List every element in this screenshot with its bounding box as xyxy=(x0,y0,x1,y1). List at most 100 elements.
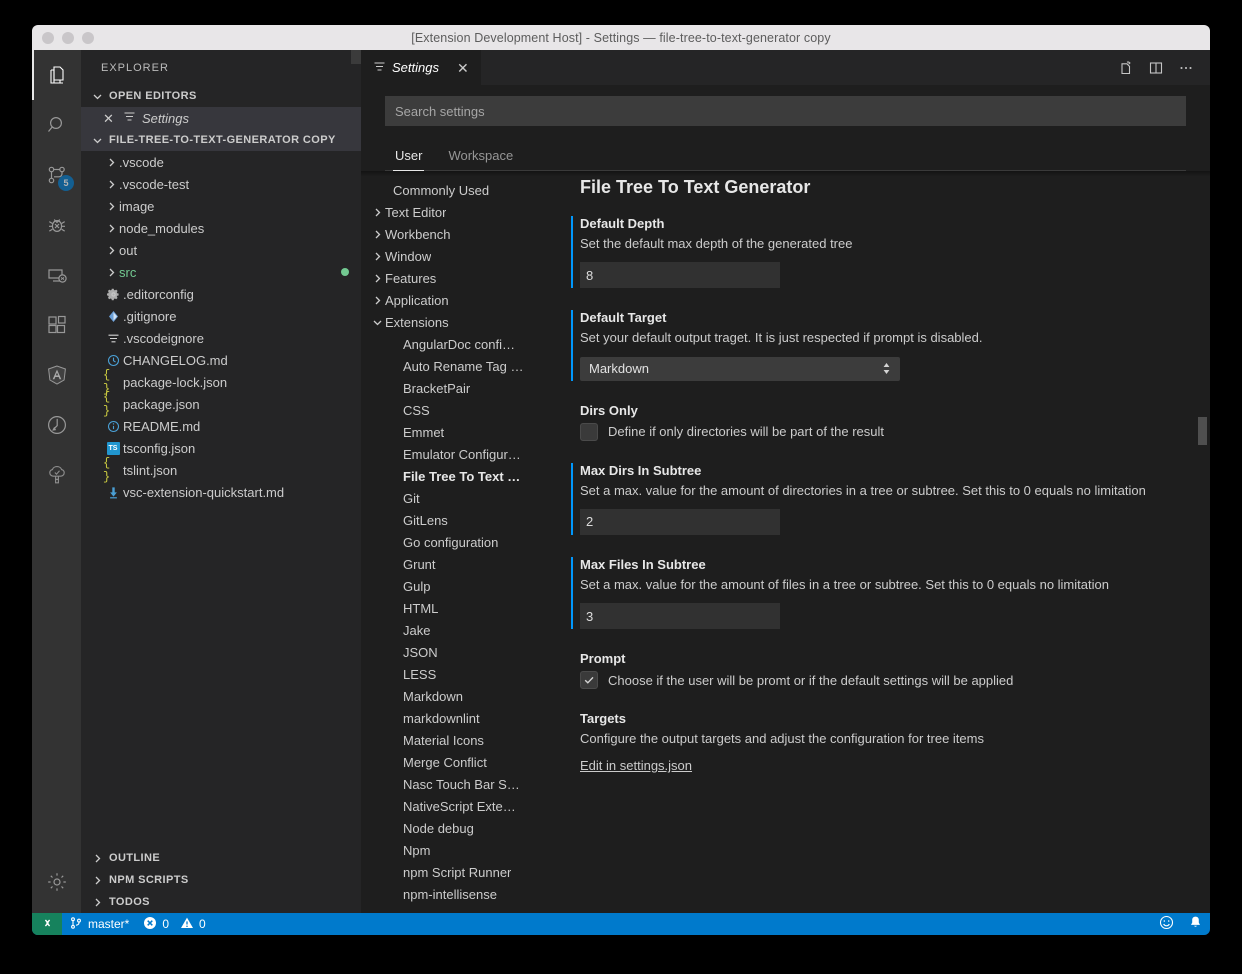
settings-toc-item[interactable]: Auto Rename Tag … xyxy=(361,355,557,377)
settings-toc-item[interactable]: NativeScript Exte… xyxy=(361,795,557,817)
tree-item[interactable]: vsc-extension-quickstart.md xyxy=(81,481,361,503)
settings-scrollbar[interactable] xyxy=(1198,417,1207,445)
tab-workspace[interactable]: Workspace xyxy=(438,144,523,170)
activity-item-source-control[interactable]: 5 xyxy=(32,150,81,200)
tree-item[interactable]: .gitignore xyxy=(81,305,361,327)
status-git-branch[interactable]: master* xyxy=(62,913,136,935)
sidebar-scrollbar[interactable] xyxy=(351,50,361,64)
tree-item[interactable]: src xyxy=(81,261,361,283)
settings-toc-item[interactable]: GitLens xyxy=(361,509,557,531)
settings-toc-item[interactable]: markdownlint xyxy=(361,707,557,729)
activity-item-file-tree-generator[interactable] xyxy=(32,450,81,500)
open-file-icon[interactable] xyxy=(1118,60,1134,76)
setting-text-input[interactable]: 2 xyxy=(580,508,780,535)
tree-item[interactable]: { } package-lock.json xyxy=(81,368,361,396)
settings-toc-item[interactable]: Window xyxy=(361,245,557,267)
tree-item-label: vsc-extension-quickstart.md xyxy=(123,484,285,500)
settings-toc-item[interactable]: Npm xyxy=(361,839,557,861)
tree-item[interactable]: .vscode xyxy=(81,151,361,173)
close-icon[interactable]: ✕ xyxy=(103,112,117,125)
settings-toc-item[interactable]: LESS xyxy=(361,663,557,685)
settings-toc-item[interactable]: Node debug xyxy=(361,817,557,839)
activity-item-explorer[interactable] xyxy=(32,50,81,100)
settings-toc-item[interactable]: JSON xyxy=(361,641,557,663)
sidebar-title: EXPLORER xyxy=(101,61,169,74)
tree-item[interactable]: .editorconfig xyxy=(81,283,361,305)
settings-toc-item[interactable]: Commonly Used xyxy=(361,179,557,201)
edit-in-settings-json-link[interactable]: Edit in settings.json xyxy=(580,758,692,773)
activity-item-manage[interactable] xyxy=(32,857,81,907)
settings-toc-label: Npm xyxy=(403,842,431,858)
tree-item[interactable]: CHANGELOG.md xyxy=(81,349,361,371)
status-feedback[interactable] xyxy=(1152,913,1181,935)
tree-item[interactable]: out xyxy=(81,239,361,261)
split-editor-icon[interactable] xyxy=(1148,60,1164,76)
settings-toc-item[interactable]: Application xyxy=(361,289,557,311)
settings-toc-item[interactable]: Emulator Configur… xyxy=(361,443,557,465)
settings-toc-item[interactable]: Workbench xyxy=(361,223,557,245)
settings-toc-label: HTML xyxy=(403,600,439,616)
section-npm-scripts[interactable]: NPM SCRIPTS xyxy=(81,869,361,891)
settings-toc-item[interactable]: CSS xyxy=(361,399,557,421)
search-settings-input[interactable]: Search settings xyxy=(385,96,1186,126)
setting-label: Max Dirs In Subtree xyxy=(580,462,702,478)
setting-text-input[interactable]: 3 xyxy=(580,603,780,629)
tree-item[interactable]: .vscode-test xyxy=(81,173,361,195)
settings-toc-item[interactable]: AngularDoc confi… xyxy=(361,333,557,355)
status-warning-count: 0 xyxy=(199,917,206,931)
file-tree: .vscode .vscode-test image node_modules out s… xyxy=(81,151,361,847)
settings-toc-item[interactable]: Merge Conflict xyxy=(361,751,557,773)
tree-item[interactable]: README.md xyxy=(81,415,361,437)
activity-item-search[interactable] xyxy=(32,100,81,150)
status-remote-indicator[interactable] xyxy=(32,913,62,935)
section-todos[interactable]: TODOS xyxy=(81,891,361,913)
tree-item[interactable]: node_modules xyxy=(81,217,361,239)
open-editor-item-settings[interactable]: ✕ Settings xyxy=(81,107,361,129)
section-workspace-folder[interactable]: FILE-TREE-TO-TEXT-GENERATOR COPY xyxy=(81,129,361,151)
status-notifications[interactable] xyxy=(1181,913,1210,935)
setting-select[interactable]: Markdown xyxy=(580,356,900,381)
activity-item-todo-tree[interactable] xyxy=(32,400,81,450)
settings-toc-item[interactable]: Markdown xyxy=(361,685,557,707)
settings-toc-item[interactable]: Emmet xyxy=(361,421,557,443)
setting-checkbox-row[interactable]: Choose if the user will be promt or if t… xyxy=(580,671,1210,689)
section-open-editors[interactable]: OPEN EDITORS xyxy=(81,85,361,107)
setting-checkbox-row[interactable]: Define if only directories will be part … xyxy=(580,422,1210,441)
checkbox-icon[interactable] xyxy=(580,422,598,441)
tree-item[interactable]: TS tsconfig.json xyxy=(81,437,361,459)
status-problems[interactable]: 0 0 xyxy=(136,913,212,935)
settings-toc-item[interactable]: Git xyxy=(361,487,557,509)
activity-item-remote-explorer[interactable] xyxy=(32,250,81,300)
tree-item[interactable]: { } tslint.json xyxy=(81,456,361,484)
settings-toc-item[interactable]: Extensions xyxy=(361,311,557,333)
tree-item[interactable]: image xyxy=(81,195,361,217)
tree-item[interactable]: .vscodeignore xyxy=(81,327,361,349)
settings-toc-item[interactable]: File Tree To Text … xyxy=(361,465,557,487)
close-icon[interactable]: ✕ xyxy=(457,61,469,75)
settings-toc-item[interactable]: BracketPair xyxy=(361,377,557,399)
settings-toc-item[interactable]: HTML xyxy=(361,597,557,619)
checkbox-icon[interactable] xyxy=(580,671,598,689)
settings-toc-item[interactable]: Go configuration xyxy=(361,531,557,553)
settings-toc-item[interactable]: npm-intellisense xyxy=(361,883,557,905)
setting-label: Prompt xyxy=(580,651,626,666)
tab-user[interactable]: User xyxy=(385,144,432,171)
settings-toc-item[interactable]: Jake xyxy=(361,619,557,641)
setting-text-input[interactable]: 8 xyxy=(580,262,780,289)
tree-item[interactable]: { } package.json xyxy=(81,390,361,418)
settings-toc-item[interactable]: Material Icons xyxy=(361,729,557,751)
tab-settings[interactable]: Settings ✕ xyxy=(361,50,481,85)
ellipsis-icon[interactable] xyxy=(1178,60,1194,76)
activity-item-angular[interactable] xyxy=(32,350,81,400)
settings-toc-item[interactable]: Grunt xyxy=(361,553,557,575)
activity-item-debug[interactable] xyxy=(32,200,81,250)
settings-toc-item[interactable]: Text Editor xyxy=(361,201,557,223)
activity-item-extensions[interactable] xyxy=(32,300,81,350)
settings-toc-item[interactable]: npm Script Runner xyxy=(361,861,557,883)
settings-toc-item[interactable]: Gulp xyxy=(361,575,557,597)
section-outline[interactable]: OUTLINE xyxy=(81,847,361,869)
settings-toc-item[interactable]: Nasc Touch Bar S… xyxy=(361,773,557,795)
setting-select-value: Markdown xyxy=(589,361,649,376)
settings-toc-item[interactable]: Features xyxy=(361,267,557,289)
vscode-window: [Extension Development Host] - Settings … xyxy=(32,25,1210,935)
